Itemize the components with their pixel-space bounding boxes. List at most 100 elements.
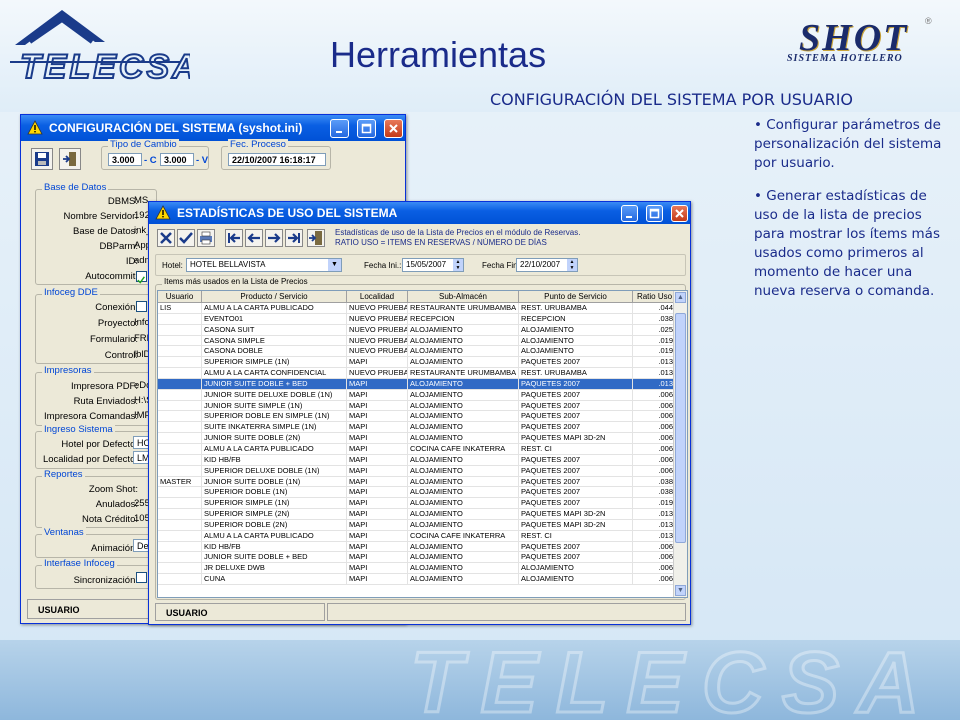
venta-field[interactable]: 3.000 — [160, 153, 194, 166]
table-row[interactable]: SUPERIOR DOBLE (1N) MAPI ALOJAMIENTO PAQUET… — [158, 487, 687, 499]
column-header-ratio-uso[interactable]: Ratio Uso — [633, 291, 677, 302]
table-row[interactable]: SUPERIOR SIMPLE (1N) MAPI ALOJAMIENTO PAQUE… — [158, 357, 687, 369]
cell-sub-almacen: ALOJAMIENTO — [408, 552, 519, 563]
exit-button[interactable] — [59, 148, 81, 170]
column-header-usuario[interactable]: Usuario — [158, 291, 202, 302]
table-row[interactable]: KID HB/FB MAPI ALOJAMIENTO PAQUETES 2007.00… — [158, 454, 687, 466]
fecha-ini-field[interactable]: 15/05/2007 ▲ ▼ — [402, 258, 464, 272]
table-row[interactable]: JR DELUXE DWB MAPI ALOJAMIENTO ALOJAMIENTO.… — [158, 563, 687, 575]
dbms-value: MSS Microsoft SQL Server 6.x — [134, 195, 149, 206]
table-row[interactable]: SUITE INKATERRA SIMPLE (1N) MAPI ALOJAMIEN… — [158, 422, 687, 434]
table-row[interactable]: ALMU A LA CARTA PUBLICADO MAPI COCINA CAFE… — [158, 530, 687, 542]
table-row[interactable]: CUNA MAPI ALOJAMIENTO ALOJAMIENTO .006 — [158, 574, 687, 585]
telecsa-logo: TELECSA — [10, 10, 190, 87]
spinner-icon: ▲ ▼ — [567, 259, 577, 271]
fecha-fin-field[interactable]: 22/10/2007 ▲ ▼ — [516, 258, 578, 272]
stats-window-title: ESTADÍSTICAS DE USO DEL SISTEMA — [177, 206, 398, 220]
cell-sub-almacen: ALOJAMIENTO — [408, 378, 519, 389]
cell-ratio-uso: .006 — [633, 422, 677, 433]
filter-bar: Hotel: HOTEL BELLAVISTA ▼ Fecha Ini.: 15… — [155, 254, 686, 276]
localidad-defecto-field[interactable]: LM — [133, 451, 149, 464]
table-row[interactable]: MASTER JUNIOR SUITE DOBLE (1N) MAPI ALOJAMI… — [158, 476, 687, 488]
scroll-up-arrow[interactable]: ▲ — [675, 292, 686, 303]
stats-info-line-2: RATIO USO = ITEMS EN RESERVAS / NÚMERO D… — [335, 238, 547, 247]
table-row[interactable]: KID HB/FB MAPI ALOJAMIENTO PAQUETES 2007.00… — [158, 541, 687, 553]
column-header-producto[interactable]: Producto / Servicio — [202, 291, 347, 302]
hotel-select[interactable]: HOTEL BELLAVISTA ▼ — [186, 258, 342, 272]
cell-producto: ALMU A LA CARTA CONFIDENCIAL — [202, 368, 347, 378]
accept-button[interactable] — [177, 229, 195, 247]
base-datos-legend: Base de Datos — [42, 182, 109, 193]
table-row[interactable]: LIS ALMU A LA CARTA PUBLICADO NUEVO PRUEBA… — [158, 303, 687, 314]
conexion-checkbox[interactable] — [136, 301, 147, 312]
maximize-button[interactable] — [357, 118, 376, 138]
floppy-icon — [35, 152, 49, 166]
table-row[interactable]: SUPERIOR DELUXE DOBLE (1N) MAPI ALOJAMIENT… — [158, 465, 687, 477]
first-button[interactable] — [225, 229, 243, 247]
cell-punto-servicio: ALOJAMIENTO — [519, 346, 633, 357]
table-row[interactable]: SUPERIOR SIMPLE (1N) MAPI ALOJAMIENTO PAQUE… — [158, 498, 687, 510]
cell-producto: CASONA DOBLE — [202, 346, 347, 357]
minimize-button[interactable] — [330, 118, 349, 138]
fec-proceso-legend: Fec. Proceso — [228, 139, 288, 150]
last-button[interactable] — [285, 229, 303, 247]
stats-window-titlebar[interactable]: ESTADÍSTICAS DE USO DEL SISTEMA — [149, 202, 690, 224]
animacion-field[interactable]: Del — [133, 539, 149, 552]
autocommit-label: Autocommit: — [85, 271, 138, 282]
cancel-button[interactable] — [157, 229, 175, 247]
nota-credito-value: 105 — [134, 513, 149, 524]
cell-producto: CASONA SIMPLE — [202, 335, 347, 346]
table-row[interactable]: JUNIOR SUITE DOBLE + BED MAPI ALOJAMIENTO P… — [158, 552, 687, 564]
table-row[interactable]: JUNIOR SUITE DELUXE DOBLE (1N) MAPI ALOJAM… — [158, 389, 687, 401]
table-row[interactable]: CASONA DOBLE NUEVO PRUEBA ALOJAMIENTO ALOJA… — [158, 346, 687, 358]
print-button[interactable] — [197, 229, 215, 247]
cell-localidad: MAPI — [347, 476, 408, 487]
fec-proceso-field[interactable]: 22/10/2007 16:18:17 — [228, 153, 326, 166]
table-row[interactable]: ALMU A LA CARTA CONFIDENCIAL NUEVO PRUEBA… — [158, 368, 687, 379]
config-window-titlebar[interactable]: CONFIGURACIÓN DEL SISTEMA (syshot.ini) — [21, 115, 405, 141]
table-row[interactable]: SUPERIOR DOBLE (2N) MAPI ALOJAMIENTO PAQUET… — [158, 519, 687, 531]
next-button[interactable] — [265, 229, 283, 247]
grid-vertical-scrollbar[interactable]: ▲ ▼ — [673, 291, 687, 597]
cell-producto: ALMU A LA CARTA PUBLICADO — [202, 443, 347, 454]
column-header-punto-servicio[interactable]: Punto de Servicio — [519, 291, 633, 302]
close-button[interactable] — [384, 118, 403, 138]
table-row[interactable]: SUPERIOR DOBLE EN SIMPLE (1N) MAPI ALOJAMI… — [158, 411, 687, 423]
table-row[interactable]: JUNIOR SUITE SIMPLE (1N) MAPI ALOJAMIENTO P… — [158, 400, 687, 412]
minimize-button[interactable] — [621, 204, 638, 222]
previous-button[interactable] — [245, 229, 263, 247]
close-button[interactable] — [671, 204, 688, 222]
table-row[interactable]: CASONA SIMPLE NUEVO PRUEBA ALOJAMIENTO ALOJ… — [158, 335, 687, 347]
compra-field[interactable]: 3.000 — [108, 153, 142, 166]
exit-button[interactable] — [307, 229, 325, 247]
proyecto-label: Proyecto: — [97, 318, 138, 329]
scroll-thumb[interactable] — [675, 313, 686, 543]
table-row[interactable]: EVENTO01 NUEVO PRUEBA RECEPCION RECEPCION .0… — [158, 313, 687, 325]
localidad-defecto-label: Localidad por Defecto: — [42, 454, 138, 465]
table-row[interactable]: ALMU A LA CARTA PUBLICADO MAPI COCINA CAFE… — [158, 443, 687, 455]
cell-producto: JUNIOR SUITE SIMPLE (1N) — [202, 400, 347, 411]
cell-punto-servicio: PAQUETES 2007 — [519, 411, 633, 422]
table-row[interactable]: JUNIOR SUITE DOBLE (2N) MAPI ALOJAMIENTO PA… — [158, 433, 687, 444]
cell-usuario — [158, 422, 202, 433]
column-header-localidad[interactable]: Localidad — [347, 291, 408, 302]
table-row[interactable]: CASONA SUIT NUEVO PRUEBA ALOJAMIENTO ALOJAM… — [158, 324, 687, 336]
cell-ratio-uso: .019 — [633, 335, 677, 346]
hotel-defecto-field[interactable]: HO — [133, 436, 149, 449]
sincronizacion-checkbox[interactable] — [136, 572, 147, 583]
cell-sub-almacen: ALOJAMIENTO — [408, 411, 519, 422]
control-label: Control: — [104, 350, 138, 361]
table-row[interactable]: SUPERIOR SIMPLE (2N) MAPI ALOJAMIENTO PAQUE… — [158, 509, 687, 520]
cell-ratio-uso: .006 — [633, 541, 677, 552]
bullet-list: • Configurar parámetros de personalizaci… — [754, 116, 954, 315]
cell-producto: ALMU A LA CARTA PUBLICADO — [202, 303, 347, 313]
scroll-down-arrow[interactable]: ▼ — [675, 585, 686, 596]
autocommit-checkbox[interactable] — [136, 271, 147, 284]
maximize-icon — [361, 123, 372, 133]
table-row[interactable]: JUNIOR SUITE DOBLE + BED MAPI ALOJAMIENTO P… — [158, 378, 687, 390]
column-header-sub-almacen[interactable]: Sub-Almacén — [408, 291, 519, 302]
usage-grid[interactable]: Usuario Producto / Servicio Localidad Su… — [157, 290, 688, 598]
cell-ratio-uso: .013 — [633, 368, 677, 378]
maximize-button[interactable] — [646, 204, 663, 222]
save-button[interactable] — [31, 148, 53, 170]
